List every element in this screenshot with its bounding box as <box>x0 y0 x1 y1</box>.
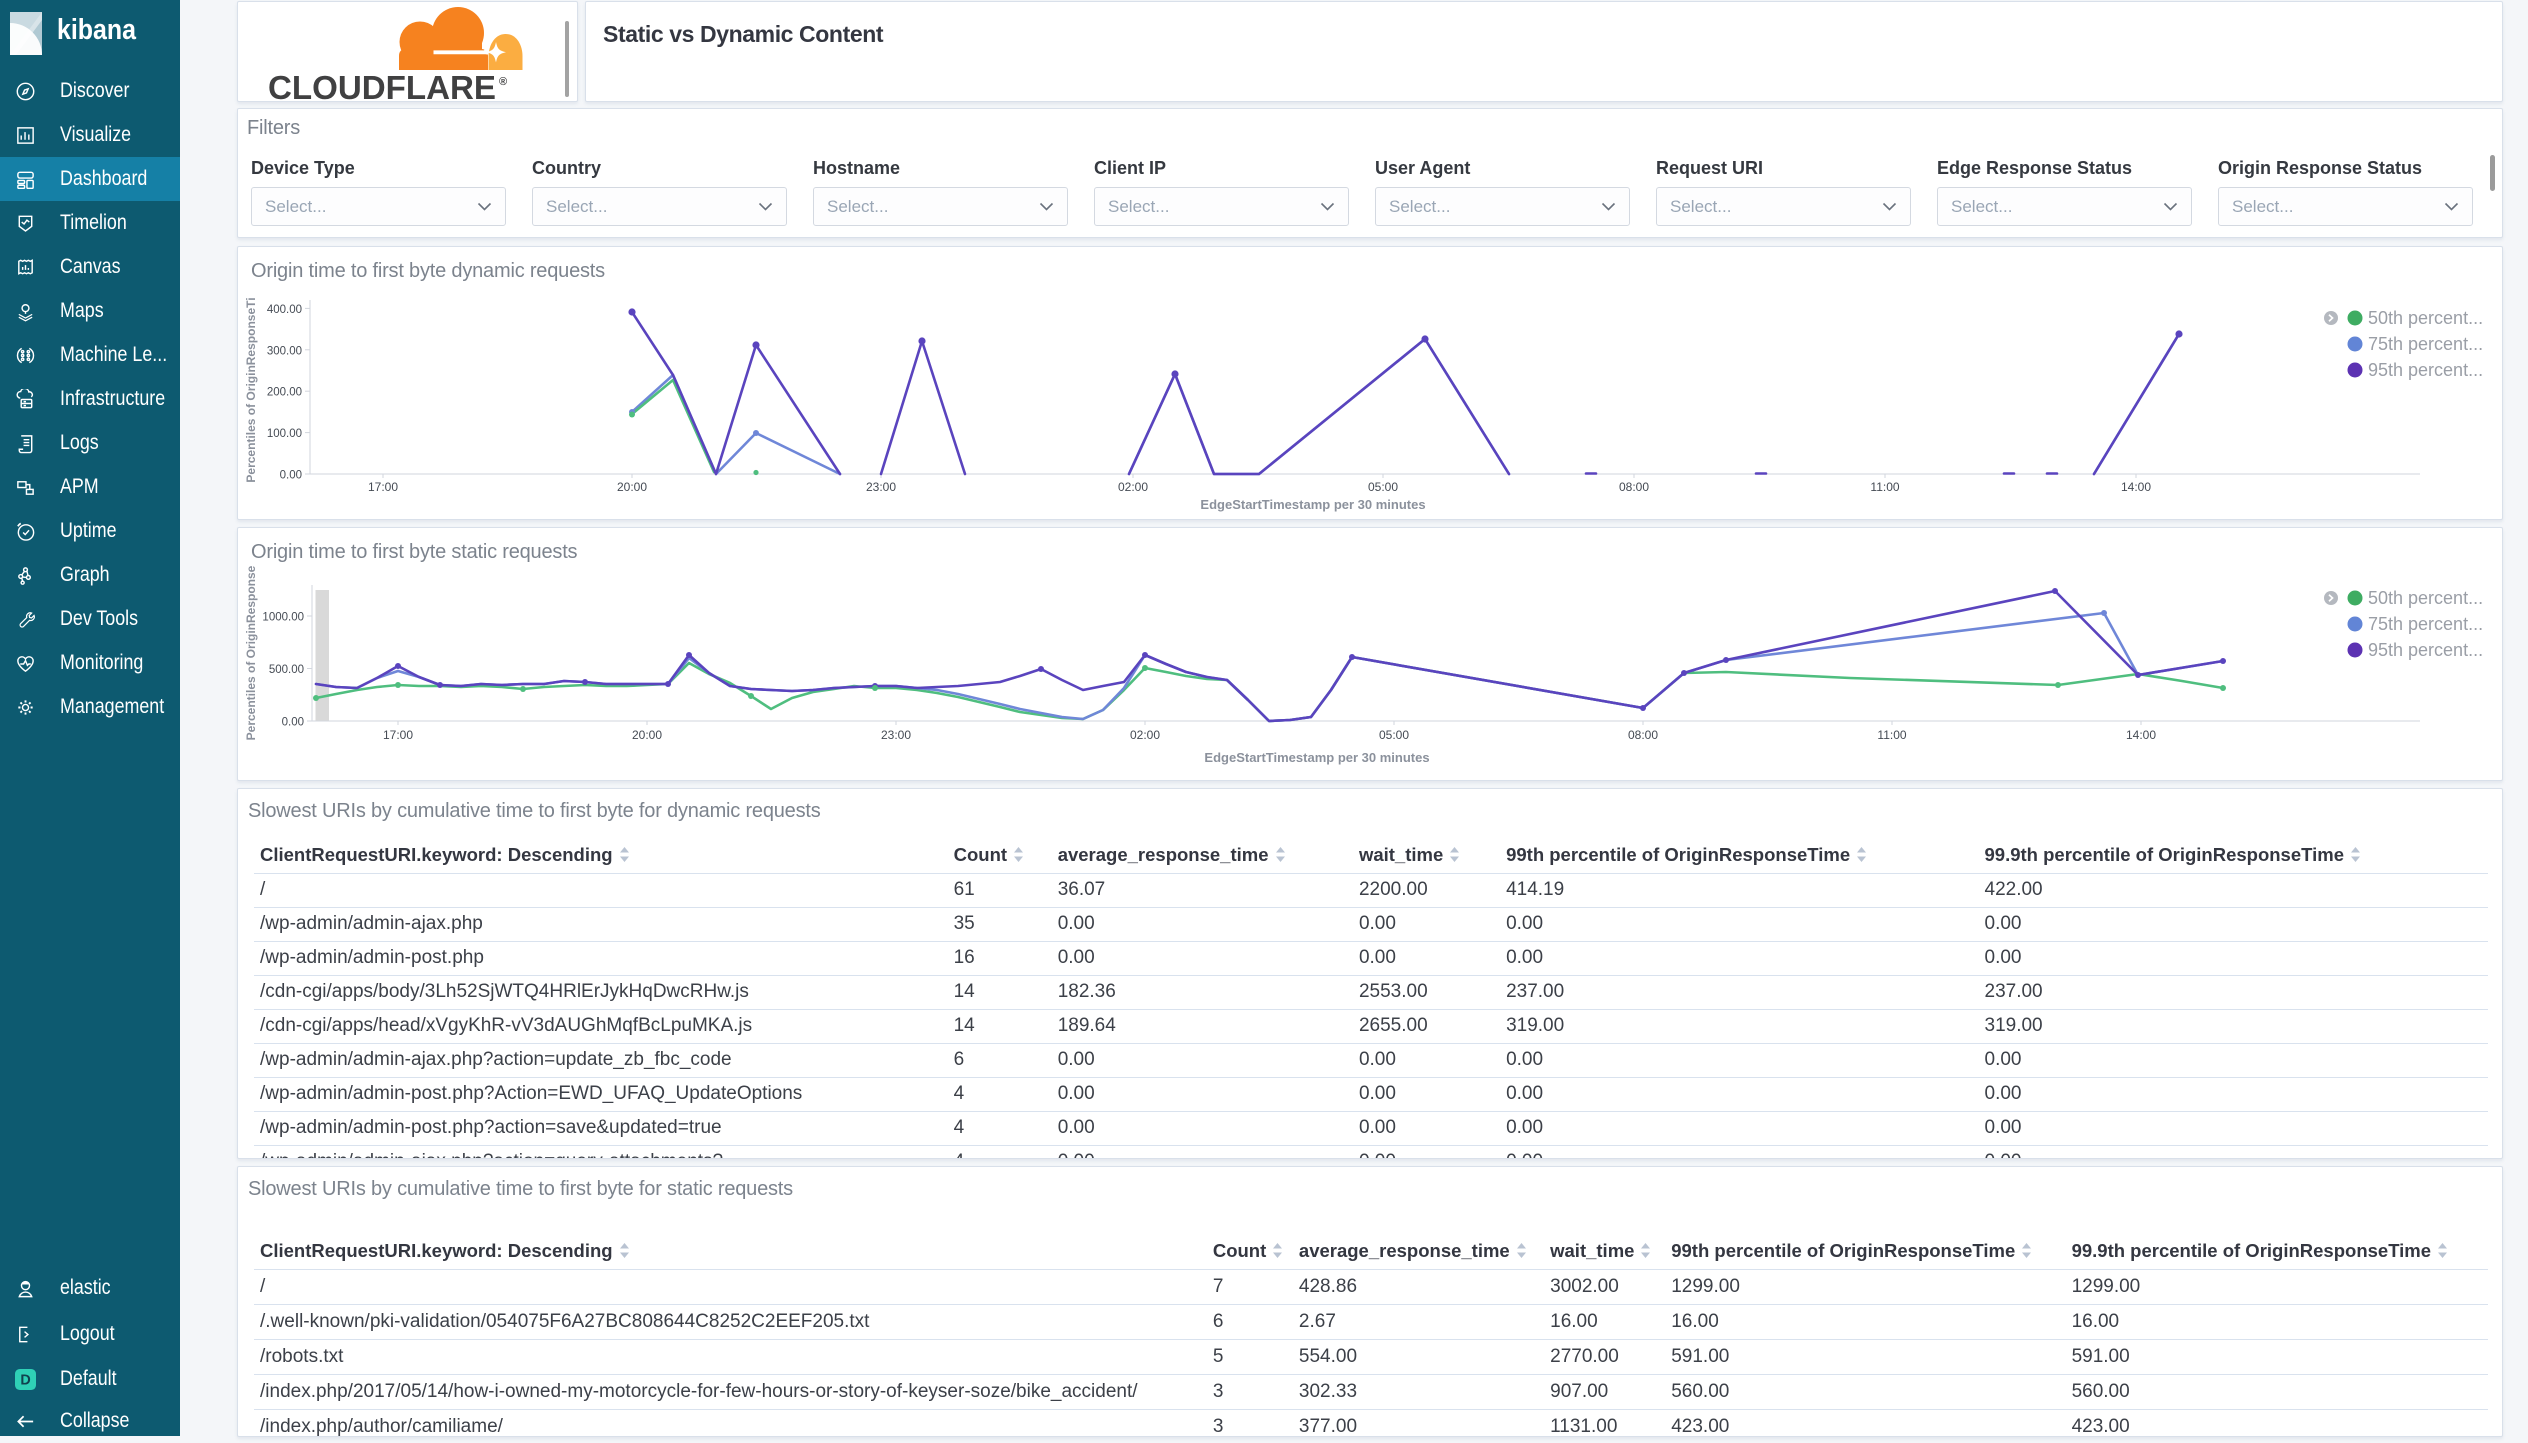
svg-text:14:00: 14:00 <box>2121 480 2151 494</box>
svg-text:0.00: 0.00 <box>282 717 304 729</box>
svg-text:20:00: 20:00 <box>617 480 647 494</box>
svg-text:Percentiles of OriginResponseT: Percentiles of OriginResponseTi <box>244 297 258 482</box>
svg-text:Origin time to first byte stat: Origin time to first byte static request… <box>251 541 578 563</box>
svg-text:08:00: 08:00 <box>1628 728 1658 742</box>
svg-text:300.00: 300.00 <box>267 345 302 357</box>
svg-text:95th percent...: 95th percent... <box>2368 360 2483 380</box>
svg-text:50th percent...: 50th percent... <box>2368 588 2483 608</box>
svg-text:17:00: 17:00 <box>368 480 398 494</box>
svg-text:0.00: 0.00 <box>280 470 302 482</box>
svg-text:100.00: 100.00 <box>267 428 302 440</box>
svg-text:75th percent...: 75th percent... <box>2368 614 2483 634</box>
svg-text:02:00: 02:00 <box>1118 480 1148 494</box>
svg-text:200.00: 200.00 <box>267 387 302 399</box>
svg-text:EdgeStartTimestamp per 30 minu: EdgeStartTimestamp per 30 minutes <box>1204 750 1429 765</box>
svg-text:CLOUDFLARE: CLOUDFLARE <box>268 69 496 102</box>
svg-text:11:00: 11:00 <box>1877 728 1906 742</box>
svg-text:Origin time to first byte dyna: Origin time to first byte dynamic reques… <box>251 260 605 282</box>
svg-text:400.00: 400.00 <box>267 304 302 316</box>
svg-text:02:00: 02:00 <box>1130 728 1160 742</box>
svg-text:1000.00: 1000.00 <box>262 612 304 624</box>
svg-text:20:00: 20:00 <box>632 728 662 742</box>
svg-text:08:00: 08:00 <box>1619 480 1649 494</box>
svg-text:75th percent...: 75th percent... <box>2368 334 2483 354</box>
svg-text:95th percent...: 95th percent... <box>2368 640 2483 660</box>
svg-text:23:00: 23:00 <box>866 480 896 494</box>
svg-text:Percentiles of OriginResponse: Percentiles of OriginResponse <box>244 565 258 740</box>
svg-text:500.00: 500.00 <box>269 664 304 676</box>
svg-text:®: ® <box>499 76 507 88</box>
svg-text:23:00: 23:00 <box>881 728 911 742</box>
svg-text:EdgeStartTimestamp per 30 minu: EdgeStartTimestamp per 30 minutes <box>1200 497 1425 512</box>
svg-text:14:00: 14:00 <box>2126 728 2156 742</box>
svg-text:05:00: 05:00 <box>1379 728 1409 742</box>
svg-text:D: D <box>20 1372 30 1388</box>
svg-text:50th percent...: 50th percent... <box>2368 308 2483 328</box>
svg-text:05:00: 05:00 <box>1368 480 1398 494</box>
svg-text:11:00: 11:00 <box>1870 480 1899 494</box>
svg-text:17:00: 17:00 <box>383 728 413 742</box>
